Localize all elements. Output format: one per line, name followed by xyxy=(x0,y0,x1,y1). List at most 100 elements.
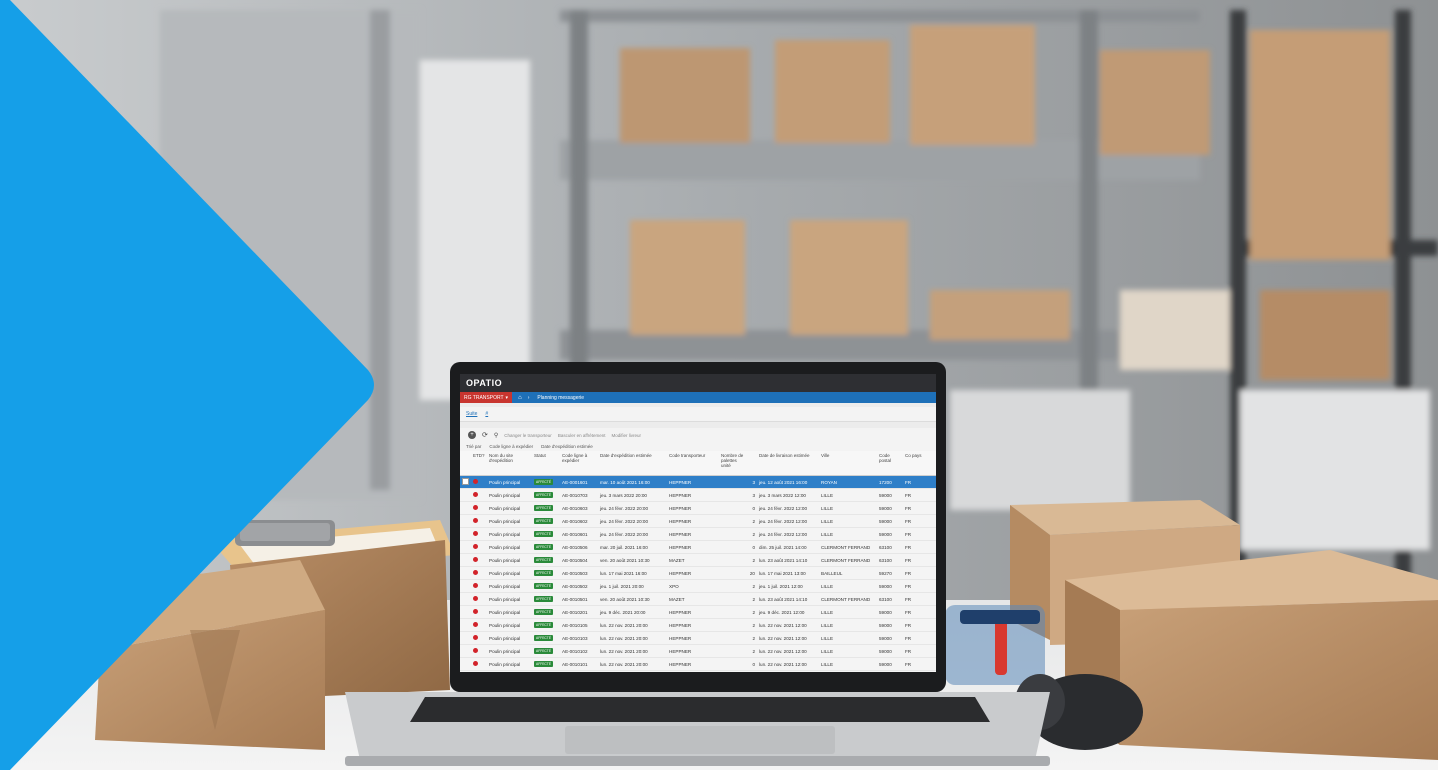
module-tag[interactable]: RG TRANSPORT ▾ xyxy=(460,392,513,403)
col-transporteur[interactable]: Code transporteur xyxy=(667,451,719,475)
search-icon[interactable]: ⚲ xyxy=(494,432,498,439)
breadcrumb[interactable]: Planning messagerie xyxy=(529,395,584,401)
status-badge: AFFECTÉ xyxy=(534,583,554,589)
status-dot-icon xyxy=(473,609,478,614)
table-row[interactable]: Poulin principal AFFECTÉ AE-0010502 jeu. 1 … xyxy=(460,580,936,593)
cell-text: HEPPNER xyxy=(669,570,692,576)
status-badge: AFFECTÉ xyxy=(534,596,554,602)
cell-text: LILLE xyxy=(821,622,834,628)
cell-text: 20 xyxy=(749,570,755,576)
cell-code: AE-0010703 xyxy=(560,493,598,498)
change-carrier-button[interactable]: Changer le transporteur xyxy=(504,433,552,438)
cell-text: LILLE xyxy=(821,661,834,667)
table-row[interactable]: Poulin principalAFFECTÉAE-0010007sam. 2 … xyxy=(460,671,936,672)
table-row[interactable]: Poulin principal AFFECTÉ AE-0010603 jeu. 24… xyxy=(460,502,936,515)
sort-field-code[interactable]: Code ligne à expédier xyxy=(489,444,533,449)
cell-text: 2 xyxy=(752,622,755,628)
table-row[interactable]: Poulin principal AFFECTÉ AE-0010503 lun. 17… xyxy=(460,567,936,580)
table-row[interactable]: Poulin principal AFFECTÉ AE-0010102 lun. 22… xyxy=(460,645,936,658)
cell-text: 59000 xyxy=(879,492,892,498)
cell-palettes: 20 xyxy=(719,571,757,576)
cell-text: jeu. 24 févr. 2022 20:00 xyxy=(600,505,649,511)
home-icon[interactable]: ⌂ xyxy=(512,395,528,401)
col-cp[interactable]: Code postal xyxy=(877,451,903,475)
cell-statut: AFFECTÉ xyxy=(532,531,560,537)
cell-transp: HEPPNER xyxy=(667,480,719,485)
cell-text: lun. 22 nov. 2021 20:00 xyxy=(600,622,648,628)
etd-cell xyxy=(471,518,487,524)
edit-deliverer-button[interactable]: Modifier livreur xyxy=(612,433,642,438)
top-toolbar: Suite # xyxy=(460,407,936,422)
col-date-liv[interactable]: Date de livraison estimée xyxy=(757,451,819,475)
cell-transp: HEPPNER xyxy=(667,532,719,537)
status-dot-icon xyxy=(473,648,478,653)
suite-link[interactable]: Suite xyxy=(466,411,477,417)
col-palettes[interactable]: Nombre de palettes unité xyxy=(719,451,757,475)
col-pays[interactable]: Co pays xyxy=(903,451,936,475)
cell-text: jeu. 3 mars 2022 20:00 xyxy=(600,492,647,498)
cell-text: lun. 22 nov. 2021 20:00 xyxy=(600,635,648,641)
cell-transp: HEPPNER xyxy=(667,636,719,641)
cell-text: AE-0010102 xyxy=(562,648,588,654)
cell-text: mar. 20 juil. 2021 16:00 xyxy=(600,544,648,550)
sort-field-date[interactable]: Date d'expédition estimée xyxy=(541,444,593,449)
chevron-down-icon: ▾ xyxy=(505,394,509,401)
cell-pays: FR xyxy=(903,545,936,550)
cell-code: AE-0010602 xyxy=(560,519,598,524)
hash-link[interactable]: # xyxy=(485,411,488,417)
col-site[interactable]: Nom du site d'expédition xyxy=(487,451,532,475)
col-statut[interactable]: Statut xyxy=(532,451,560,475)
etd-cell xyxy=(471,570,487,576)
col-ville[interactable]: Ville xyxy=(819,451,877,475)
table-row[interactable]: Poulin principal AFFECTÉ AE-0010504 ven. 20… xyxy=(460,554,936,567)
status-dot-icon xyxy=(473,635,478,640)
cell-text: HEPPNER xyxy=(669,531,692,537)
status-badge: AFFECTÉ xyxy=(534,505,554,511)
col-date-exp[interactable]: Date d'expédition estimée xyxy=(598,451,667,475)
cell-pays: FR xyxy=(903,636,936,641)
etd-cell xyxy=(471,648,487,654)
cell-palettes: 2 xyxy=(719,584,757,589)
status-dot-icon xyxy=(473,570,478,575)
cell-text: AE-0010105 xyxy=(562,622,588,628)
table-row[interactable]: Poulin principal AFFECTÉ AE-0010201 jeu. 9 … xyxy=(460,606,936,619)
cell-ville: BAILLEUL xyxy=(819,571,877,576)
cell-pays: FR xyxy=(903,480,936,485)
table-row[interactable]: Poulin principal AFFECTÉ AE-0010501 ven. 20… xyxy=(460,593,936,606)
cell-text: lun. 22 nov. 2021 12:00 xyxy=(759,622,807,628)
cell-cp: 59000 xyxy=(877,506,903,511)
table-row[interactable]: Poulin principal AFFECTÉ AE-0001601 mar. 10… xyxy=(460,476,936,489)
cell-text: 0 xyxy=(752,505,755,511)
cell-text: BAILLEUL xyxy=(821,570,843,576)
status-dot-icon xyxy=(473,661,478,666)
col-code[interactable]: Code ligne à expédier xyxy=(560,451,598,475)
cell-text: 2 xyxy=(752,583,755,589)
cell-text: FR xyxy=(905,531,912,537)
etd-cell xyxy=(471,661,487,667)
cell-text: mar. 10 août 2021 16:00 xyxy=(600,479,650,485)
cell-text: ven. 20 août 2021 10:30 xyxy=(600,596,650,602)
table-row[interactable]: Poulin principal AFFECTÉ AE-0010602 jeu. 24… xyxy=(460,515,936,528)
etd-cell xyxy=(471,544,487,550)
cell-text: AE-0010506 xyxy=(562,544,588,550)
cell-code: AE-0010502 xyxy=(560,584,598,589)
add-icon[interactable]: + xyxy=(468,431,476,439)
status-badge: AFFECTÉ xyxy=(534,531,554,537)
row-checkbox[interactable] xyxy=(460,478,471,486)
table-header: ETD? Nom du site d'expédition Statut Cod… xyxy=(460,451,936,476)
cell-text: HEPPNER xyxy=(669,635,692,641)
cell-date_liv: lun. 22 nov. 2021 12:00 xyxy=(757,636,819,641)
cell-palettes: 2 xyxy=(719,610,757,615)
table-row[interactable]: Poulin principal AFFECTÉ AE-0010101 lun. 22… xyxy=(460,658,936,671)
refresh-icon[interactable]: ⟳ xyxy=(482,431,488,439)
table-row[interactable]: Poulin principal AFFECTÉ AE-0010105 lun. 22… xyxy=(460,619,936,632)
table-row[interactable]: Poulin principal AFFECTÉ AE-0010601 jeu. 24… xyxy=(460,528,936,541)
table-row[interactable]: Poulin principal AFFECTÉ AE-0010103 lun. 22… xyxy=(460,632,936,645)
cell-site: Poulin principal xyxy=(487,506,532,511)
col-etd[interactable]: ETD? xyxy=(471,451,487,475)
cell-date_liv: lun. 22 nov. 2021 12:00 xyxy=(757,662,819,667)
table-row[interactable]: Poulin principal AFFECTÉ AE-0010703 jeu. 3 … xyxy=(460,489,936,502)
table-row[interactable]: Poulin principal AFFECTÉ AE-0010506 mar. 20… xyxy=(460,541,936,554)
cell-palettes: 2 xyxy=(719,532,757,537)
switch-chartering-button[interactable]: Basculer en affrètement xyxy=(558,433,606,438)
